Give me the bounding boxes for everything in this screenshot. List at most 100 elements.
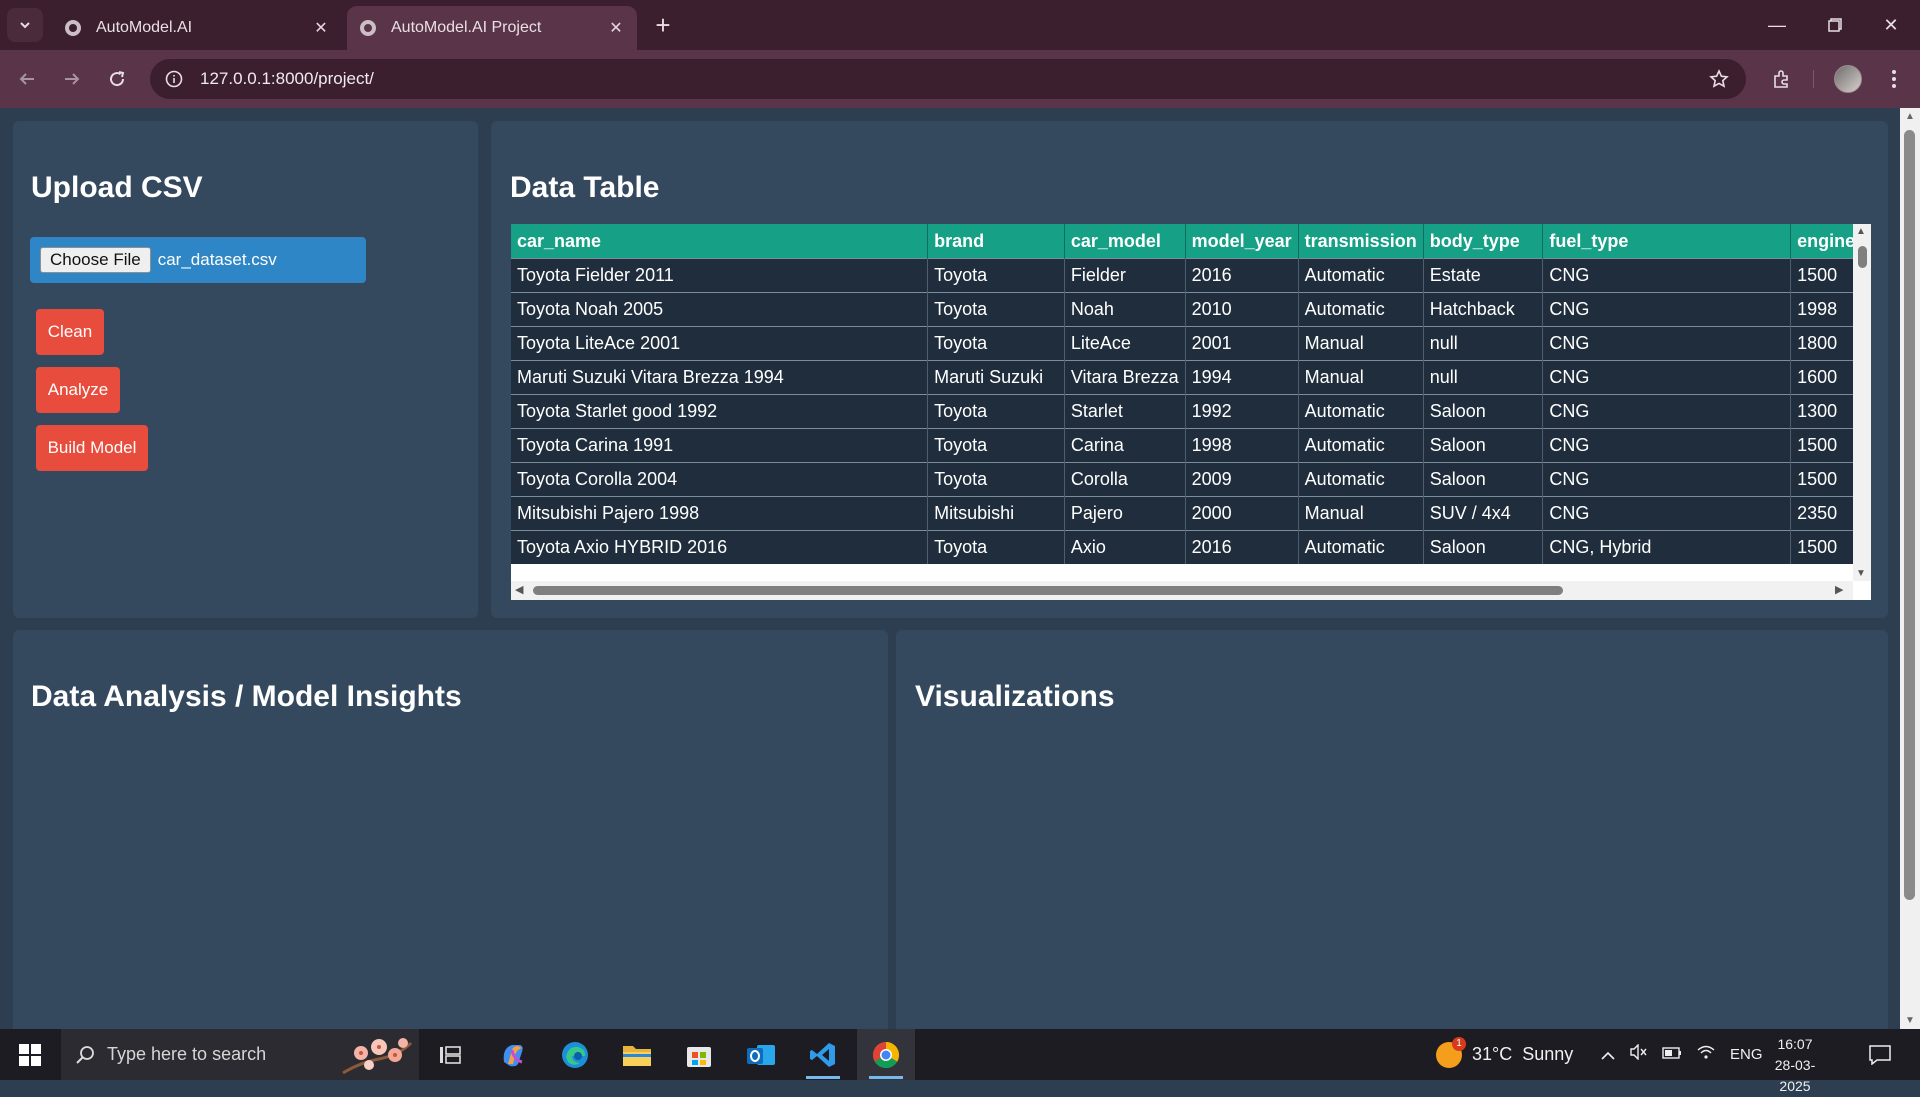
- scroll-down-icon[interactable]: ▼: [1905, 1015, 1915, 1026]
- column-header[interactable]: body_type: [1423, 224, 1544, 259]
- table-row[interactable]: Toyota Starlet good 1992 Toyota Starlet 199…: [511, 394, 1871, 429]
- taskbar-clock[interactable]: 16:07 28-03-2025: [1760, 1034, 1830, 1097]
- table-cell: Toyota Fielder 2011: [511, 258, 929, 293]
- start-button[interactable]: [0, 1029, 60, 1080]
- table-row[interactable]: Maruti Suzuki Vitara Brezza 1994 Maruti S…: [511, 360, 1871, 395]
- table-cell: Automatic: [1298, 428, 1424, 463]
- clean-button[interactable]: Clean: [36, 309, 104, 355]
- tab-search-button[interactable]: [7, 8, 43, 42]
- choose-file-button[interactable]: Choose File: [40, 247, 151, 273]
- column-header[interactable]: fuel_type: [1542, 224, 1792, 259]
- table-cell: Toyota: [927, 462, 1065, 497]
- site-info-icon[interactable]: [162, 67, 186, 91]
- table-cell: Toyota Axio HYBRID 2016: [511, 530, 929, 564]
- scroll-up-icon[interactable]: ▲: [1905, 111, 1915, 122]
- speaker-muted-icon[interactable]: [1630, 1043, 1648, 1065]
- file-explorer-app[interactable]: [608, 1029, 666, 1080]
- table-row[interactable]: Toyota Corolla 2004 Toyota Corolla 2009 Auto…: [511, 462, 1871, 497]
- scroll-right-icon[interactable]: ▶: [1835, 583, 1843, 596]
- file-input[interactable]: Choose File car_dataset.csv: [30, 237, 366, 283]
- table-cell: null: [1423, 360, 1544, 395]
- store-app[interactable]: [670, 1029, 728, 1080]
- upload-panel: Upload CSV Choose File car_dataset.csv C…: [13, 121, 478, 618]
- scrollbar-thumb[interactable]: [1858, 246, 1867, 268]
- table-row[interactable]: Toyota LiteAce 2001 Toyota LiteAce 2001 Manu…: [511, 326, 1871, 361]
- forward-button[interactable]: [54, 61, 90, 97]
- language-indicator[interactable]: ENG: [1730, 1046, 1763, 1063]
- weather-badge: 1: [1452, 1036, 1466, 1051]
- table-row[interactable]: Toyota Noah 2005 Toyota Noah 2010 Automatic H…: [511, 292, 1871, 327]
- table-cell: Toyota: [927, 530, 1065, 564]
- chrome-app[interactable]: [857, 1029, 915, 1080]
- data-table-container[interactable]: car_name brand car_model model_year tran…: [511, 224, 1871, 600]
- table-row[interactable]: Toyota Carina 1991 Toyota Carina 1998 Automa…: [511, 428, 1871, 463]
- address-bar[interactable]: 127.0.0.1:8000/project/: [150, 59, 1746, 99]
- table-cell: Axio: [1064, 530, 1186, 564]
- reload-button[interactable]: [99, 61, 135, 97]
- weather-widget[interactable]: 1 31°C Sunny: [1436, 1029, 1573, 1080]
- column-header[interactable]: car_model: [1064, 224, 1186, 259]
- extensions-icon[interactable]: [1766, 63, 1798, 95]
- table-cell: Carina: [1064, 428, 1186, 463]
- table-cell: Starlet: [1064, 394, 1186, 429]
- weather-text: 31°C Sunny: [1472, 1044, 1574, 1064]
- tab-automodel-ai-project[interactable]: AutoModel.AI Project ✕: [347, 6, 637, 50]
- table-vertical-scrollbar[interactable]: ▲ ▼: [1853, 224, 1871, 581]
- tab-automodel-ai[interactable]: AutoModel.AI ✕: [52, 6, 342, 50]
- build-model-button[interactable]: Build Model: [36, 425, 148, 471]
- copilot-app[interactable]: [484, 1029, 542, 1080]
- table-row[interactable]: Toyota Fielder 2011 Toyota Fielder 2016 Auto…: [511, 258, 1871, 293]
- column-header[interactable]: car_name: [511, 224, 929, 259]
- column-header[interactable]: brand: [927, 224, 1065, 259]
- close-icon[interactable]: ✕: [605, 17, 627, 39]
- back-button[interactable]: [9, 61, 45, 97]
- new-tab-button[interactable]: +: [648, 10, 678, 40]
- minimize-button[interactable]: —: [1748, 0, 1806, 50]
- page-vertical-scrollbar[interactable]: ▲ ▼: [1900, 108, 1920, 1029]
- search-placeholder: Type here to search: [107, 1044, 267, 1064]
- vscode-app[interactable]: [794, 1029, 852, 1080]
- table-cell: CNG: [1542, 428, 1792, 463]
- table-cell: CNG: [1542, 496, 1792, 531]
- table-cell: 1992: [1185, 394, 1299, 429]
- table-cell: Vitara Brezza: [1064, 360, 1186, 395]
- table-cell: 2010: [1185, 292, 1299, 327]
- outlook-app[interactable]: [732, 1029, 790, 1080]
- column-header[interactable]: transmission: [1298, 224, 1424, 259]
- column-header[interactable]: model_year: [1185, 224, 1299, 259]
- search-highlight-illustration: [342, 1038, 413, 1075]
- globe-icon: [64, 19, 82, 37]
- taskbar-search[interactable]: Type here to search: [61, 1029, 419, 1080]
- table-cell: Saloon: [1423, 394, 1544, 429]
- table-row[interactable]: Mitsubishi Pajero 1998 Mitsubishi Pajero 20…: [511, 496, 1871, 531]
- bookmark-star-icon[interactable]: [1704, 64, 1734, 94]
- table-cell: 2000: [1185, 496, 1299, 531]
- battery-icon[interactable]: [1662, 1044, 1682, 1065]
- tab-strip: AutoModel.AI ✕ AutoModel.AI Project ✕ + …: [0, 0, 1920, 50]
- chevron-down-icon: [20, 22, 30, 29]
- notifications-button[interactable]: [1852, 1029, 1908, 1080]
- profile-avatar[interactable]: [1834, 65, 1862, 93]
- chevron-up-icon[interactable]: [1600, 1044, 1616, 1065]
- edge-app[interactable]: [546, 1029, 604, 1080]
- table-cell: Toyota Corolla 2004: [511, 462, 929, 497]
- scroll-left-icon[interactable]: ◀: [515, 583, 523, 596]
- scroll-up-icon[interactable]: ▲: [1856, 226, 1866, 237]
- close-window-button[interactable]: ✕: [1862, 0, 1920, 50]
- scrollbar-thumb[interactable]: [1904, 130, 1915, 900]
- data-table-panel: Data Table car_name brand car_model mode…: [491, 121, 1888, 618]
- analyze-button[interactable]: Analyze: [36, 367, 120, 413]
- table-cell: Mitsubishi Pajero 1998: [511, 496, 929, 531]
- close-icon[interactable]: ✕: [310, 17, 332, 39]
- wifi-icon[interactable]: [1696, 1044, 1716, 1065]
- task-view-button[interactable]: [421, 1029, 479, 1080]
- scroll-down-icon[interactable]: ▼: [1856, 568, 1866, 579]
- table-horizontal-scrollbar[interactable]: ◀ ▶: [511, 581, 1853, 600]
- restore-button[interactable]: [1806, 0, 1864, 50]
- table-cell: Saloon: [1423, 428, 1544, 463]
- table-cell: Toyota LiteAce 2001: [511, 326, 929, 361]
- table-row[interactable]: Toyota Axio HYBRID 2016 Toyota Axio 2016 Aut…: [511, 530, 1871, 564]
- scrollbar-thumb[interactable]: [533, 586, 1563, 595]
- kebab-menu-icon[interactable]: [1878, 63, 1910, 95]
- table-cell: Maruti Suzuki: [927, 360, 1065, 395]
